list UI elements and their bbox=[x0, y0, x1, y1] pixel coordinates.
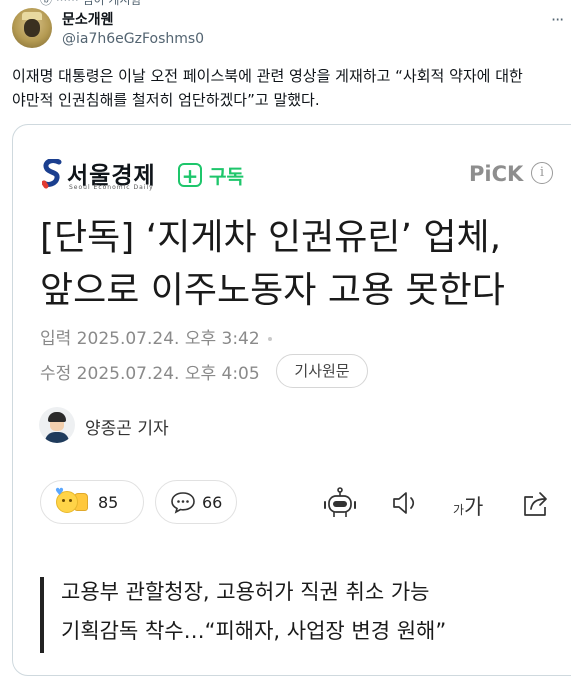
heart-icon: ♥ bbox=[55, 487, 64, 498]
font-size-small: 가 bbox=[453, 503, 465, 517]
reaction-count: 85 bbox=[98, 492, 119, 512]
comment-count: 66 bbox=[202, 492, 223, 512]
tweet-body-line: 이재명 대통령은 이날 오전 페이스북에 관련 영상을 게재하고 “사회적 약자… bbox=[12, 67, 523, 85]
subscribe-button[interactable]: + 구독 bbox=[178, 160, 244, 190]
reporter-name[interactable]: 양종곤 기자 bbox=[85, 414, 169, 439]
original-article-button[interactable]: 기사원문 bbox=[276, 354, 368, 388]
modified-date: 수정 2025.07.24. 오후 4:05 bbox=[40, 364, 260, 384]
repost-header-cut: ⓑ ······ 님이 게시함 bbox=[40, 0, 142, 7]
avatar-face-shape bbox=[24, 19, 40, 37]
press-logo-subtext: Seoul Economic Daily bbox=[69, 184, 154, 191]
comments-button[interactable]: 66 bbox=[155, 480, 237, 524]
info-icon[interactable]: i bbox=[531, 162, 553, 184]
speaker-icon[interactable] bbox=[391, 490, 421, 516]
share-icon[interactable] bbox=[521, 490, 551, 518]
article-headline: [단독] ‘지게차 인권유린’ 업체, 앞으로 이주노동자 고용 못한다 bbox=[40, 211, 505, 317]
author-name[interactable]: 문소개웬 bbox=[62, 9, 114, 29]
reporter-avatar[interactable] bbox=[39, 407, 75, 443]
quote-bar bbox=[40, 577, 44, 653]
robot-summary-icon[interactable] bbox=[323, 487, 357, 519]
headline-line: [단독] ‘지게차 인권유린’ 업체, bbox=[40, 217, 502, 258]
article-subheading: 고용부 관할청장, 고용허가 직권 취소 가능 기획감독 착수…“피해자, 사업… bbox=[61, 573, 446, 651]
comment-icon bbox=[171, 492, 195, 514]
plus-icon: + bbox=[178, 163, 202, 188]
subscribe-label: 구독 bbox=[209, 165, 244, 188]
more-options-icon[interactable]: ··· bbox=[551, 10, 564, 29]
seoul-economic-logo-icon bbox=[42, 159, 62, 189]
separator-dot bbox=[268, 337, 272, 341]
font-size-icon[interactable]: 가가 bbox=[453, 491, 483, 521]
article-card[interactable]: 서울경제 Seoul Economic Daily + 구독 PiCK i [단… bbox=[12, 124, 571, 676]
reporter-body-shape bbox=[45, 432, 69, 443]
subheading-line: 기획감독 착수…“피해자, 사업장 변경 원해” bbox=[61, 619, 447, 643]
smile-emoji-icon: ♥ bbox=[55, 487, 78, 513]
headline-line: 앞으로 이주노동자 고용 못한다 bbox=[40, 270, 505, 311]
author-handle[interactable]: @ia7h6eGzFoshms0 bbox=[62, 31, 204, 47]
reporter-hair-shape bbox=[48, 412, 66, 422]
tweet-body: 이재명 대통령은 이날 오전 페이스북에 관련 영상을 게재하고 “사회적 약자… bbox=[12, 64, 571, 112]
author-avatar[interactable] bbox=[12, 8, 52, 48]
pick-badge: PiCK bbox=[469, 162, 524, 186]
subheading-line: 고용부 관할청장, 고용허가 직권 취소 가능 bbox=[61, 580, 430, 604]
tweet-body-line: 야만적 인권침해를 철저히 엄단하겠다”고 말했다. bbox=[12, 91, 320, 109]
published-date: 입력 2025.07.24. 오후 3:42 bbox=[40, 329, 260, 349]
font-size-large: 가 bbox=[464, 495, 484, 519]
reaction-button[interactable]: ♥ 85 bbox=[40, 480, 144, 524]
